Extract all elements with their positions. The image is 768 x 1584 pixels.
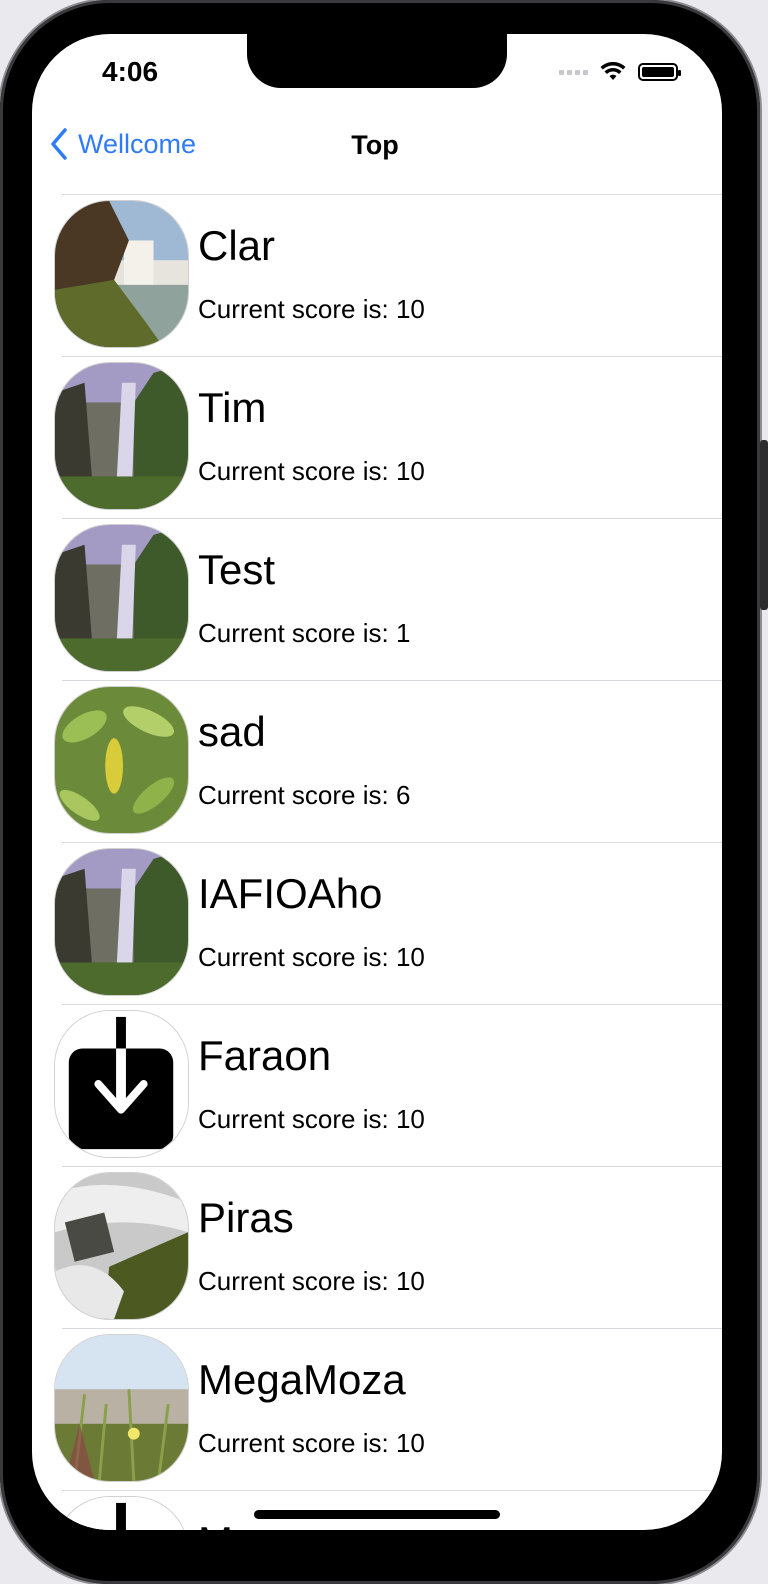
wifi-icon xyxy=(600,62,626,80)
list-item[interactable]: Faraon Current score is: 10 xyxy=(32,1004,722,1166)
player-name: Test xyxy=(198,546,276,593)
avatar xyxy=(54,524,189,672)
separator xyxy=(62,842,722,843)
list-item[interactable]: IAFIOAho Current score is: 10 xyxy=(32,842,722,1004)
app-screen: 4:06 Wellcome Top Clar Current score is:… xyxy=(32,34,722,1530)
separator xyxy=(62,356,722,357)
list-item[interactable]: Tim Current score is: 10 xyxy=(32,356,722,518)
separator xyxy=(62,518,722,519)
cliff-waterfall-photo xyxy=(55,201,188,347)
download-icon xyxy=(55,1497,188,1530)
download-icon xyxy=(55,1011,188,1157)
player-name: M xyxy=(198,1518,233,1530)
stream-rocks-photo xyxy=(55,1173,188,1319)
player-score: Current score is: 10 xyxy=(198,1266,425,1296)
waterfall-photo xyxy=(55,849,188,995)
notch xyxy=(247,34,507,88)
player-name: Tim xyxy=(198,384,267,431)
separator xyxy=(62,680,722,681)
avatar xyxy=(54,1334,189,1482)
player-score: Current score is: 10 xyxy=(198,1104,425,1134)
player-score: Current score is: 10 xyxy=(198,1428,425,1458)
list-item[interactable]: sad Current score is: 6 xyxy=(32,680,722,842)
status-icons xyxy=(559,62,681,82)
avatar xyxy=(54,200,189,348)
avatar xyxy=(54,1496,189,1530)
side-button xyxy=(760,440,768,610)
signal-icon xyxy=(559,69,588,75)
player-score: Current score is: 10 xyxy=(198,942,425,972)
avatar xyxy=(54,1010,189,1158)
player-name: Faraon xyxy=(198,1032,332,1079)
separator xyxy=(62,1490,722,1491)
separator xyxy=(62,1004,722,1005)
separator xyxy=(62,1328,722,1329)
players-list: Clar Current score is: 10 Tim Current sc… xyxy=(32,194,722,1530)
player-score: Current score is: 1 xyxy=(198,618,411,648)
meadow-photo xyxy=(55,1335,188,1481)
page-title: Top xyxy=(351,130,399,160)
avatar xyxy=(54,686,189,834)
separator xyxy=(62,194,722,195)
avatar xyxy=(54,848,189,996)
status-time: 4:06 xyxy=(102,56,159,87)
player-name: sad xyxy=(198,708,266,755)
waterfall-photo xyxy=(55,525,188,671)
list-item[interactable]: Test Current score is: 1 xyxy=(32,518,722,680)
player-score: Current score is: 6 xyxy=(198,780,411,810)
player-score: Current score is: 10 xyxy=(198,294,425,324)
list-item[interactable]: Clar Current score is: 10 xyxy=(32,194,722,356)
player-name: IAFIOAho xyxy=(198,870,383,917)
avatar xyxy=(54,1172,189,1320)
player-name: Piras xyxy=(198,1194,294,1241)
leaves-photo xyxy=(55,687,188,833)
player-score: Current score is: 10 xyxy=(198,456,425,486)
avatar xyxy=(54,362,189,510)
home-indicator[interactable] xyxy=(254,1510,500,1519)
list-item[interactable]: MegaMoza Current score is: 10 xyxy=(32,1328,722,1490)
list-item[interactable]: Piras Current score is: 10 xyxy=(32,1166,722,1328)
battery-icon xyxy=(638,63,681,81)
waterfall-photo xyxy=(55,363,188,509)
player-name: Clar xyxy=(198,222,276,269)
separator xyxy=(62,1166,722,1167)
player-name: MegaMoza xyxy=(198,1356,406,1403)
navigation-bar: Wellcome Top xyxy=(32,114,722,194)
